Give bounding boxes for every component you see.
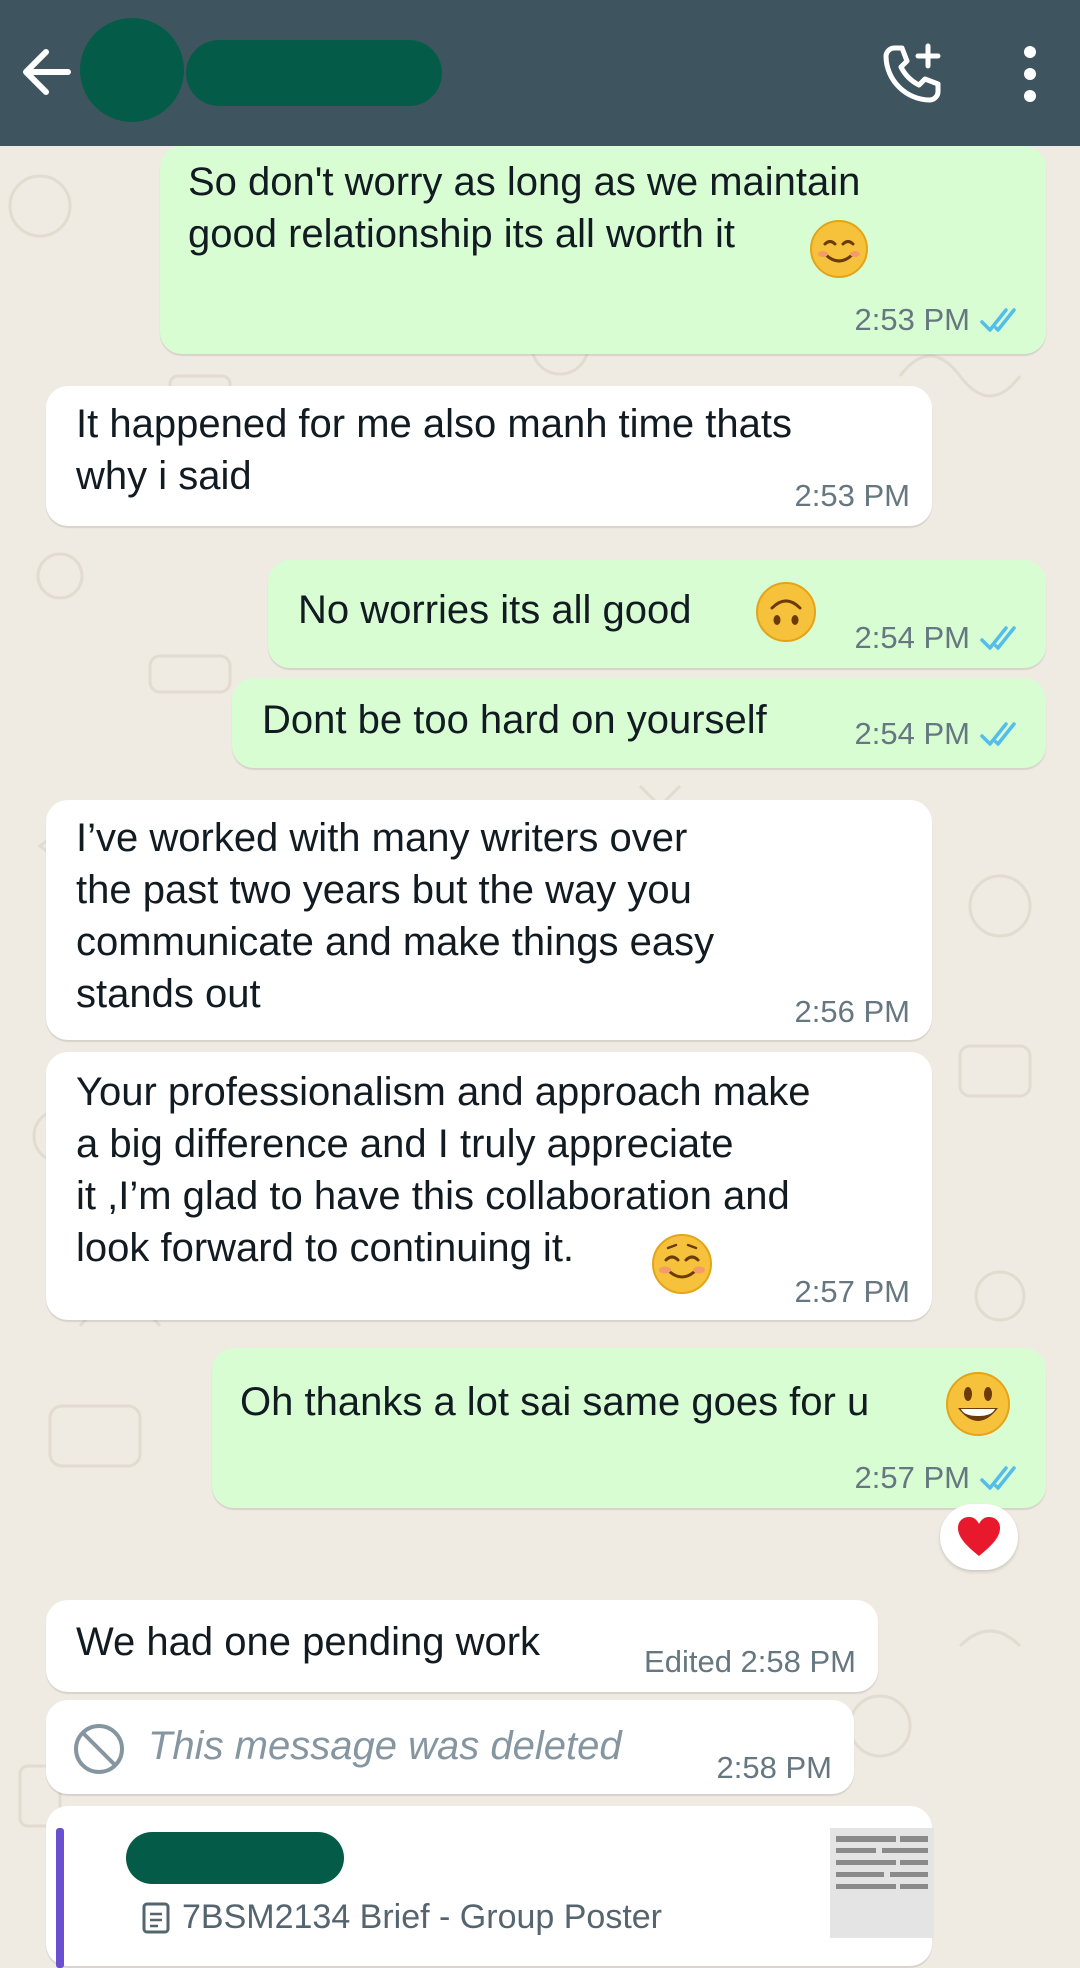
grinning-face-icon bbox=[946, 1372, 1010, 1436]
message-time: 2:57 PM bbox=[854, 1460, 970, 1495]
document-title[interactable]: 7BSM2134 Brief - Group Poster bbox=[142, 1898, 662, 1937]
chat-header bbox=[0, 0, 1080, 146]
message-bubble-outgoing[interactable]: So don't worry as long as we maintain go… bbox=[160, 146, 1046, 354]
upside-down-face-icon bbox=[756, 582, 816, 642]
message-bubble-outgoing[interactable]: No worries its all good 2:54 PM bbox=[268, 560, 1046, 668]
quote-bar bbox=[56, 1828, 64, 1968]
message-reaction[interactable] bbox=[940, 1504, 1018, 1570]
more-vert-icon[interactable] bbox=[1012, 44, 1048, 104]
smiling-face-icon bbox=[810, 220, 868, 278]
sender-name bbox=[126, 1832, 344, 1884]
message-bubble-incoming[interactable]: It happened for me also manh time thats … bbox=[46, 386, 932, 526]
message-text: We had one pending work bbox=[76, 1620, 541, 1664]
deleted-message-bubble[interactable]: This message was deleted 2:58 PM bbox=[46, 1700, 854, 1794]
message-bubble-incoming[interactable]: We had one pending work Edited 2:58 PM bbox=[46, 1600, 878, 1692]
message-meta: 2:54 PM bbox=[855, 620, 1026, 656]
message-time: 2:53 PM bbox=[794, 478, 910, 513]
thumbnail-preview bbox=[830, 1828, 934, 1938]
arrow-left-icon[interactable] bbox=[18, 38, 74, 106]
message-meta: 2:58 PM bbox=[717, 1750, 832, 1786]
document-title-text: 7BSM2134 Brief - Group Poster bbox=[182, 1898, 663, 1936]
avatar[interactable] bbox=[80, 18, 184, 122]
read-receipt-icon bbox=[980, 308, 1016, 332]
document-icon bbox=[142, 1902, 170, 1933]
message-time: 2:56 PM bbox=[794, 994, 910, 1029]
blocked-icon bbox=[74, 1724, 124, 1774]
deleted-message-text: This message was deleted bbox=[148, 1724, 622, 1768]
message-time: Edited 2:58 PM bbox=[644, 1644, 856, 1679]
message-text: Dont be too hard on yourself bbox=[262, 698, 767, 742]
message-bubble-outgoing[interactable]: Dont be too hard on yourself 2:54 PM bbox=[232, 678, 1046, 768]
message-time: 2:53 PM bbox=[854, 302, 970, 337]
red-heart-icon bbox=[958, 1517, 1000, 1556]
read-receipt-icon bbox=[980, 1466, 1016, 1490]
document-message-bubble[interactable]: 7BSM2134 Brief - Group Poster bbox=[46, 1806, 934, 1968]
message-text: It happened for me also manh time thats … bbox=[76, 402, 792, 498]
message-meta: 2:53 PM bbox=[795, 478, 910, 514]
smiling-blush-icon bbox=[652, 1234, 712, 1294]
message-meta: Edited 2:58 PM bbox=[644, 1644, 856, 1680]
message-meta: 2:57 PM bbox=[795, 1274, 910, 1310]
add-call-icon[interactable] bbox=[880, 40, 946, 106]
message-text: So don't worry as long as we maintain go… bbox=[188, 160, 861, 256]
message-text: I’ve worked with many writers over the p… bbox=[76, 816, 715, 1016]
message-time: 2:57 PM bbox=[794, 1274, 910, 1309]
contact-name[interactable] bbox=[186, 40, 442, 106]
message-bubble-incoming[interactable]: Your professionalism and approach make a… bbox=[46, 1052, 932, 1320]
message-bubble-outgoing[interactable]: Oh thanks a lot sai same goes for u 2:57… bbox=[212, 1348, 1046, 1508]
message-text: Oh thanks a lot sai same goes for u bbox=[240, 1380, 870, 1424]
message-text: No worries its all good bbox=[298, 588, 692, 632]
message-meta: 2:57 PM bbox=[855, 1460, 1026, 1496]
message-time: 2:54 PM bbox=[854, 620, 970, 655]
read-receipt-icon bbox=[980, 722, 1016, 746]
message-time: 2:54 PM bbox=[854, 716, 970, 751]
document-thumbnail[interactable] bbox=[830, 1828, 934, 1938]
message-meta: 2:53 PM bbox=[855, 302, 1026, 338]
read-receipt-icon bbox=[980, 626, 1016, 650]
message-meta: 2:56 PM bbox=[795, 994, 910, 1030]
message-bubble-incoming[interactable]: I’ve worked with many writers over the p… bbox=[46, 800, 932, 1040]
message-meta: 2:54 PM bbox=[855, 716, 1026, 752]
message-time: 2:58 PM bbox=[716, 1750, 832, 1785]
